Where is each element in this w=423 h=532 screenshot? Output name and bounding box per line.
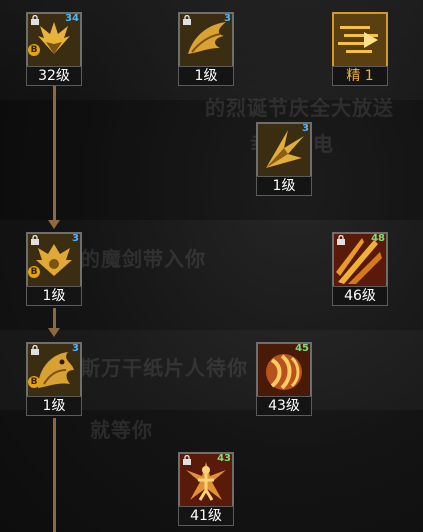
skill-connector-line [53, 86, 56, 220]
skill-level-label: 1级 [178, 66, 234, 86]
required-level-badge: 34 [65, 13, 79, 24]
skill-slot[interactable]: 43 F 41级 [178, 452, 234, 528]
required-level-badge: 43 [217, 453, 231, 464]
skill-level-label: 41级 [178, 506, 234, 526]
skill-slot[interactable]: 3 B Q 1级 [26, 232, 82, 308]
skill-connector-line [53, 308, 56, 330]
b-badge: B [28, 376, 40, 388]
skill-slot[interactable]: 34 B A 32级 [26, 12, 82, 88]
lock-icon [183, 15, 191, 25]
skill-level-label: 1级 [26, 286, 82, 306]
background-text: 就等你 [90, 418, 153, 442]
skill-slot[interactable]: 精 1 [332, 12, 388, 88]
skill-slot[interactable]: 48 S 46级 [332, 232, 388, 308]
skill-level-label: 1级 [26, 396, 82, 416]
dash-icon [334, 14, 386, 66]
background-text: 的烈诞节庆全大放送 [205, 96, 394, 120]
skill-slot[interactable]: 3 1级 [178, 12, 234, 88]
skill-slot[interactable]: 3 B D 1级 [26, 342, 82, 418]
background-text: 的魔剑带入你 [80, 247, 206, 271]
skill-level-label: 46级 [332, 286, 388, 306]
lock-icon [183, 455, 191, 465]
skill-level-label: 精 1 [332, 66, 388, 86]
skill-level-label: 32级 [26, 66, 82, 86]
b-badge: B [28, 266, 40, 278]
skill-icon-frame[interactable] [332, 12, 388, 68]
skill-level-label: 43级 [256, 396, 312, 416]
required-level-badge: 3 [72, 233, 79, 244]
connector-arrow [48, 328, 60, 337]
skill-slot[interactable]: 45 E 43级 [256, 342, 312, 418]
required-level-badge: 3 [224, 13, 231, 24]
lock-icon [337, 235, 345, 245]
b-badge: B [28, 44, 40, 56]
required-level-badge: 3 [302, 123, 309, 134]
connector-arrow [48, 220, 60, 229]
required-level-badge: 45 [295, 343, 309, 354]
skill-level-label: 1级 [256, 176, 312, 196]
required-level-badge: 48 [371, 233, 385, 244]
background-text: 斯万干纸片人待你 [80, 356, 248, 380]
lock-icon [31, 15, 39, 25]
lock-icon [31, 235, 39, 245]
lock-icon [31, 345, 39, 355]
skill-slot[interactable]: 3 1级 [256, 122, 312, 198]
skill-connector-line [53, 418, 56, 532]
required-level-badge: 3 [72, 343, 79, 354]
